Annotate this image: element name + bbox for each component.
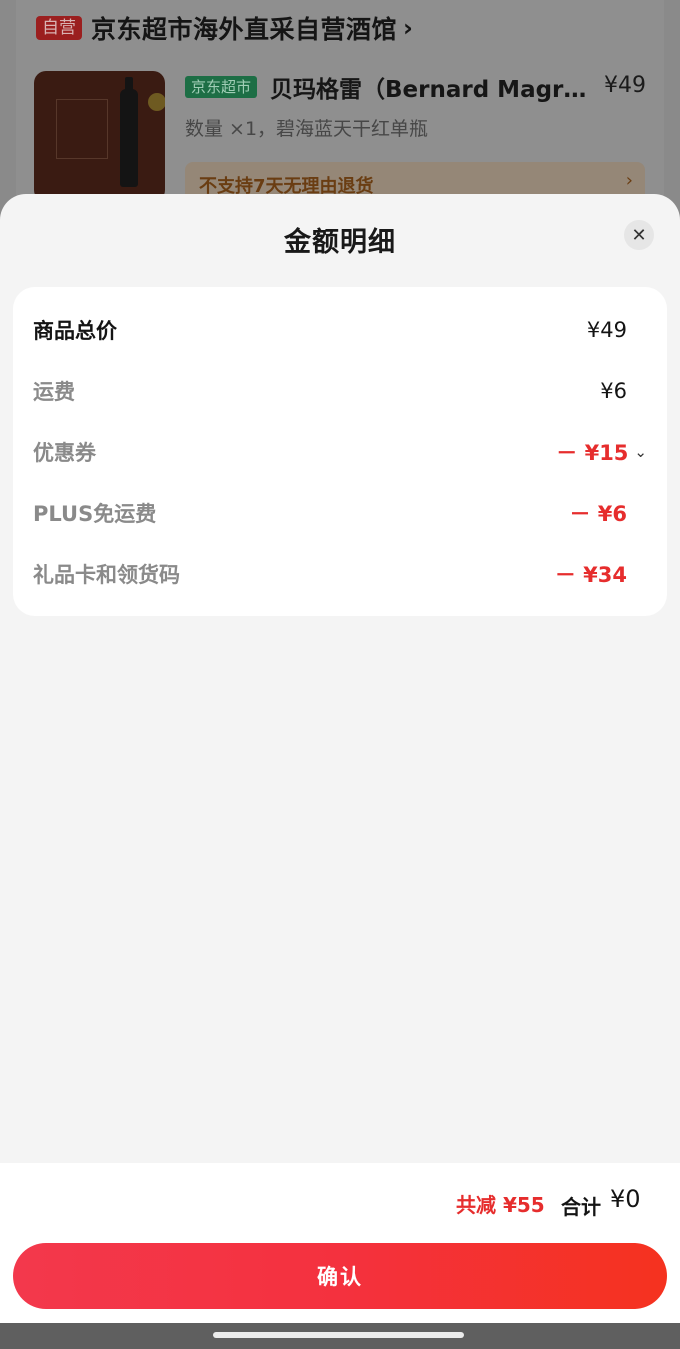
coupon-label: 优惠券 [33, 441, 96, 465]
close-icon: ✕ [631, 224, 647, 246]
product-spec: 数量 ×1，碧海蓝天干红单瓶 [185, 118, 429, 140]
row-shipping: 运费 ¥6 [33, 371, 647, 411]
row-gift-card: 礼品卡和领货码 － ¥34 [33, 554, 647, 594]
amount-detail-sheet: 金额明细 ✕ [0, 194, 680, 1324]
coupon-value-wrap[interactable]: － ¥15 ⌄ [556, 437, 647, 467]
home-indicator[interactable] [213, 1332, 464, 1338]
row-goods-total: 商品总价 ¥49 [33, 310, 647, 350]
goods-total-value: ¥49 [586, 318, 627, 342]
shipping-label: 运费 [33, 380, 75, 404]
confirm-area: 确认 [0, 1237, 680, 1323]
confirm-button[interactable]: 确认 [13, 1243, 667, 1309]
product-title: 贝玛格雷（Bernard Magrez）碧海蓝天干红 [270, 77, 590, 103]
close-button[interactable]: ✕ [624, 220, 654, 250]
chevron-right-icon: › [403, 14, 413, 42]
total-reduction: 共减 ¥55 [456, 1193, 545, 1217]
total-value: ¥0 [610, 1185, 641, 1213]
system-nav-bar [0, 1323, 680, 1349]
shipping-value: ¥6 [600, 379, 627, 403]
summary-bar: 共减 ¥55 合计 ¥0 [0, 1163, 680, 1237]
chevron-right-icon: › [625, 170, 633, 191]
plus-free-shipping-label: PLUS免运费 [33, 502, 157, 526]
product-price: ¥49 [604, 73, 646, 98]
chevron-down-icon[interactable]: ⌄ [634, 443, 647, 461]
total-label: 合计 [561, 1195, 601, 1219]
jd-supermarket-tag: 京东超市 [185, 76, 258, 98]
gift-card-value: － ¥34 [554, 563, 627, 587]
gift-card-label: 礼品卡和领货码 [33, 563, 180, 587]
row-coupon[interactable]: 优惠券 － ¥15 ⌄ [33, 432, 647, 472]
product-image-label [56, 99, 108, 159]
sheet-title: 金额明细 [284, 227, 396, 258]
row-plus-free-shipping: PLUS免运费 － ¥6 [33, 493, 647, 533]
medal-icon [148, 93, 165, 111]
product-image [34, 71, 165, 202]
goods-total-label: 商品总价 [33, 319, 117, 343]
wine-bottle [120, 89, 138, 187]
shop-name: 京东超市海外直采自营酒馆 [91, 15, 398, 44]
plus-free-shipping-value: － ¥6 [569, 502, 627, 526]
self-operated-badge: 自营 [36, 16, 82, 40]
coupon-value: － ¥15 [556, 441, 629, 465]
shop-header[interactable]: 自营 京东超市海外直采自营酒馆 › [36, 12, 413, 44]
